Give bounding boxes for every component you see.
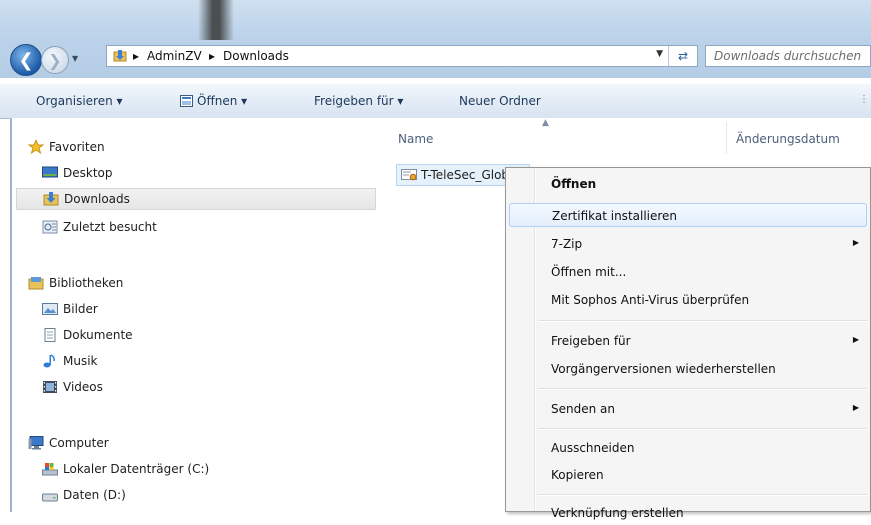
nav-item-pictures[interactable]: Bilder — [42, 298, 98, 320]
open-button[interactable]: Öffnen ▾ — [180, 94, 247, 108]
menu-item-label: Öffnen mit... — [551, 265, 627, 279]
nav-label: Zuletzt besucht — [63, 220, 157, 234]
film-icon — [42, 380, 58, 394]
libraries-icon — [28, 276, 44, 290]
nav-label: Musik — [63, 354, 98, 368]
nav-label: Dokumente — [63, 328, 133, 342]
menu-item-label: Ausschneiden — [551, 441, 635, 455]
nav-label: Favoriten — [49, 140, 105, 154]
music-note-icon — [42, 354, 58, 368]
nav-item-videos[interactable]: Videos — [42, 376, 103, 398]
forward-button[interactable]: ❯ — [41, 46, 69, 74]
nav-item-documents[interactable]: Dokumente — [42, 324, 133, 346]
menu-separator — [538, 494, 867, 496]
column-header-row: ▲ Name Änderungsdatum — [380, 118, 871, 156]
submenu-arrow-icon: ▶ — [852, 403, 859, 412]
sort-ascending-icon: ▲ — [542, 118, 549, 128]
open-button-label: Öffnen ▾ — [197, 94, 248, 108]
arrow-left-icon: ❮ — [18, 49, 34, 71]
menu-item-label: Kopieren — [551, 468, 604, 482]
nav-computer-header[interactable]: Computer — [28, 432, 109, 454]
menu-item-label: Vorgängerversionen wiederherstellen — [551, 362, 776, 376]
hard-drive-icon — [42, 488, 58, 502]
nav-item-desktop[interactable]: Desktop — [42, 162, 113, 184]
search-input[interactable]: Downloads durchsuchen — [705, 45, 871, 67]
toolbar-overflow-icon[interactable]: ⋮ — [859, 94, 869, 105]
chevron-right-icon[interactable]: ▸ — [133, 49, 139, 63]
nav-item-drive-c[interactable]: Lokaler Datenträger (C:) — [42, 458, 209, 480]
menu-item-send-to[interactable]: Senden an ▶ — [509, 397, 867, 421]
nav-item-music[interactable]: Musik — [42, 350, 98, 372]
address-history-dropdown[interactable]: ▼ — [656, 49, 663, 59]
menu-item-label: Öffnen — [551, 177, 597, 191]
menu-separator — [538, 388, 867, 390]
context-menu: Öffnen Zertifikat installieren 7-Zip ▶ Ö… — [505, 167, 871, 520]
nav-label: Lokaler Datenträger (C:) — [63, 462, 210, 476]
column-divider[interactable] — [726, 122, 727, 154]
menu-item-restore-versions[interactable]: Vorgängerversionen wiederherstellen — [509, 357, 867, 381]
menu-item-label: 7-Zip — [551, 237, 583, 251]
chevron-right-icon[interactable]: ▸ — [209, 49, 215, 63]
recent-places-icon — [42, 220, 58, 234]
menu-item-share-with[interactable]: Freigeben für ▶ — [509, 329, 867, 353]
background-shadow — [198, 0, 234, 40]
menu-item-create-shortcut[interactable]: Verknüpfung erstellen — [509, 501, 867, 525]
menu-item-label: Zertifikat installieren — [552, 209, 678, 223]
breadcrumb-downloads[interactable]: Downloads — [223, 49, 289, 63]
certificate-icon — [401, 168, 417, 182]
system-drive-icon — [42, 462, 58, 476]
nav-label: Daten (D:) — [63, 488, 126, 502]
pictures-icon — [42, 302, 58, 316]
column-header-modified[interactable]: Änderungsdatum — [736, 132, 840, 146]
computer-icon — [28, 436, 44, 450]
nav-label: Computer — [49, 436, 109, 450]
arrow-right-icon: ❯ — [48, 50, 62, 70]
command-toolbar: Organisieren ▾ Öffnen ▾ Freigeben für ▾ … — [0, 84, 871, 119]
star-icon — [27, 138, 45, 155]
menu-item-cut[interactable]: Ausschneiden — [509, 436, 867, 460]
new-folder-button[interactable]: Neuer Ordner — [459, 94, 541, 108]
menu-item-label: Freigeben für — [551, 334, 631, 348]
nav-item-downloads[interactable]: Downloads — [16, 188, 376, 210]
refresh-icon[interactable]: ⇄ — [668, 46, 697, 66]
desktop-icon — [42, 166, 58, 180]
submenu-arrow-icon: ▶ — [852, 335, 859, 344]
breadcrumb-adminzv[interactable]: AdminZV — [147, 49, 202, 63]
menu-item-open-with[interactable]: Öffnen mit... — [509, 260, 867, 284]
organize-button[interactable]: Organisieren ▾ — [36, 94, 123, 108]
menu-item-7zip[interactable]: 7-Zip ▶ — [509, 232, 867, 256]
open-icon — [180, 95, 193, 107]
address-bar[interactable]: ▸ AdminZV ▸ Downloads ▼ ⇄ — [106, 45, 698, 67]
menu-item-label: Mit Sophos Anti-Virus überprüfen — [551, 293, 750, 307]
nav-label: Videos — [63, 380, 103, 394]
share-with-button[interactable]: Freigeben für ▾ — [314, 94, 403, 108]
nav-item-recent-places[interactable]: Zuletzt besucht — [42, 216, 157, 238]
nav-libraries-header[interactable]: Bibliotheken — [28, 272, 123, 294]
menu-item-open[interactable]: Öffnen — [509, 172, 867, 196]
menu-item-label: Verknüpfung erstellen — [551, 506, 684, 520]
column-header-name[interactable]: Name — [398, 132, 433, 146]
nav-label: Downloads — [64, 192, 130, 206]
downloads-folder-icon — [43, 192, 59, 206]
downloads-folder-icon — [113, 49, 127, 66]
back-button[interactable]: ❮ — [10, 44, 42, 76]
documents-icon — [42, 328, 58, 342]
nav-label: Bibliotheken — [49, 276, 124, 290]
menu-separator — [538, 320, 867, 322]
nav-label: Desktop — [63, 166, 113, 180]
menu-item-copy[interactable]: Kopieren — [509, 463, 867, 487]
recent-pages-dropdown[interactable]: ▼ — [72, 54, 78, 63]
menu-separator — [538, 428, 867, 430]
menu-item-sophos-scan[interactable]: Mit Sophos Anti-Virus überprüfen — [509, 288, 867, 312]
nav-item-drive-d[interactable]: Daten (D:) — [42, 484, 126, 506]
menu-item-install-certificate[interactable]: Zertifikat installieren — [509, 203, 867, 227]
menu-item-label: Senden an — [551, 402, 615, 416]
nav-label: Bilder — [63, 302, 98, 316]
submenu-arrow-icon: ▶ — [852, 238, 859, 247]
nav-favorites-header[interactable]: Favoriten — [27, 136, 105, 158]
navigation-pane: Favoriten Desktop Downloads Zuletzt besu… — [10, 118, 382, 512]
